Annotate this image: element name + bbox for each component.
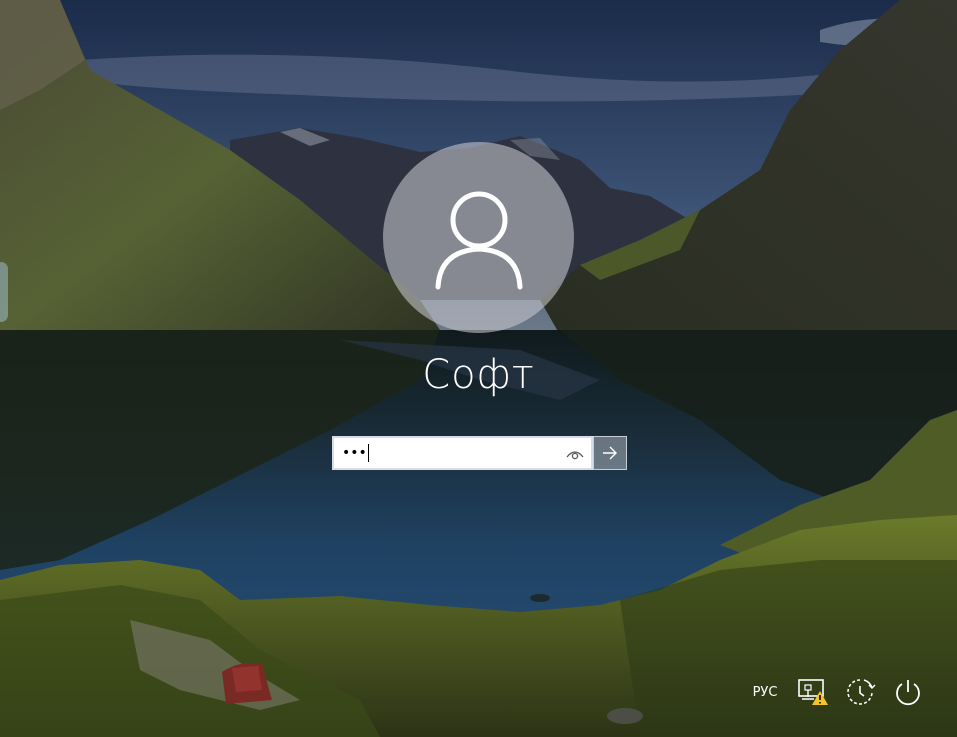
password-row: ••• [332, 436, 627, 470]
network-warning-icon [798, 679, 828, 705]
input-language-button[interactable]: РУС [748, 682, 782, 702]
eye-icon [566, 451, 584, 460]
network-button[interactable] [794, 674, 832, 710]
submit-button[interactable] [593, 436, 627, 470]
power-icon [896, 680, 920, 706]
password-field[interactable]: ••• [332, 436, 593, 470]
reveal-password-button[interactable] [565, 444, 585, 464]
side-gadget [0, 262, 8, 322]
text-caret [367, 444, 369, 462]
user-name: Софт [422, 352, 535, 398]
lock-screen: Софт ••• РУС [0, 0, 957, 737]
user-icon [435, 191, 522, 289]
password-masked-text: ••• [342, 445, 367, 461]
ease-of-access-button[interactable] [841, 674, 879, 710]
password-input-value: ••• [342, 444, 369, 462]
power-button[interactable] [889, 674, 927, 710]
arrow-right-icon [603, 446, 617, 460]
user-avatar [383, 142, 574, 333]
ease-of-access-icon [847, 679, 876, 705]
